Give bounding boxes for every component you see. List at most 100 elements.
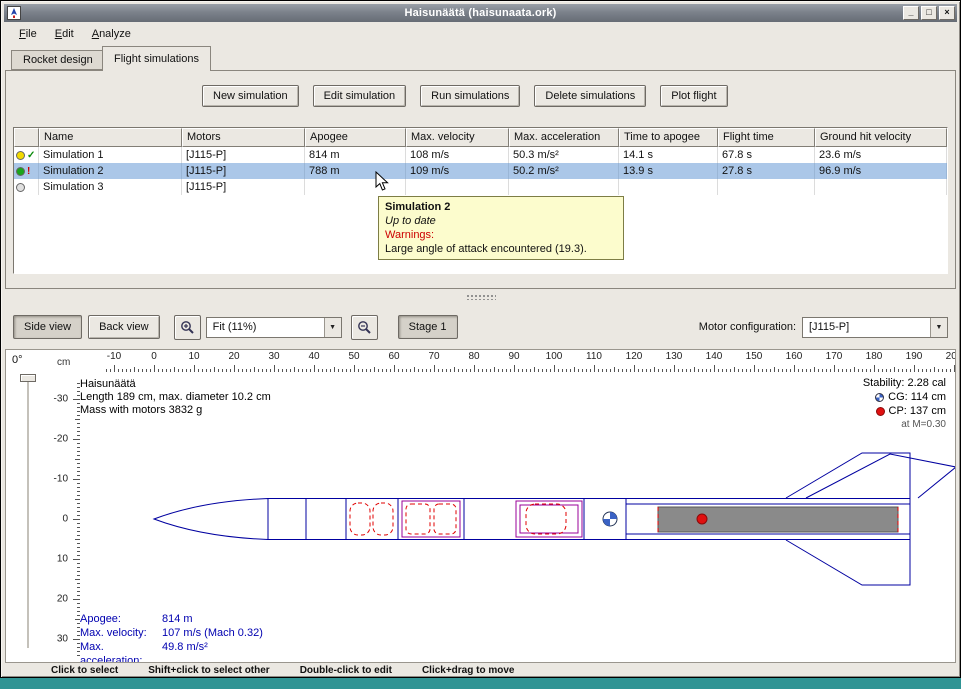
cell-max-velocity: 109 m/s xyxy=(406,163,509,179)
split-handle[interactable] xyxy=(5,290,956,304)
column-header-name[interactable]: Name xyxy=(39,128,182,147)
simulation-tooltip: Simulation 2 Up to date Warnings: Large … xyxy=(378,196,624,260)
cell-time-to-apogee xyxy=(619,179,718,195)
stage-1-toggle[interactable]: Stage 1 xyxy=(398,315,458,339)
cell-motors: [J115-P] xyxy=(182,179,305,195)
menu-edit[interactable]: Edit xyxy=(47,25,82,43)
fin-top-projected[interactable] xyxy=(806,454,956,498)
simulation-status-mark-icon: ! xyxy=(27,167,30,176)
table-row[interactable]: ! Simulation 2[J115-P]788 m109 m/s50.2 m/… xyxy=(14,163,947,179)
stability-value: Stability: 2.28 cal xyxy=(863,376,946,390)
cg-legend-icon xyxy=(875,393,884,402)
hint-bar: Click to select Shift+click to select oth… xyxy=(5,664,956,677)
flight-data-summary: Apogee: 814 m Max. velocity: 107 m/s (Ma… xyxy=(80,612,263,663)
zoom-dropdown-arrow-icon[interactable]: ▼ xyxy=(324,318,341,337)
window-controls: _ □ × xyxy=(903,6,955,20)
motor-configuration-select[interactable]: [J115-P] ▼ xyxy=(802,317,948,338)
side-view-button[interactable]: Side view xyxy=(13,315,82,339)
cell-flight-time: 67.8 s xyxy=(718,147,815,163)
fin-bottom[interactable] xyxy=(786,540,910,585)
rocket-info: Haisunäätä Length 189 cm, max. diameter … xyxy=(80,378,271,417)
cell-name: Simulation 1 xyxy=(39,147,182,163)
table-row[interactable]: Simulation 3[J115-P] xyxy=(14,179,947,195)
menu-analyze[interactable]: Analyze xyxy=(84,25,139,43)
cell-apogee: 814 m xyxy=(305,147,406,163)
cell-flight-time: 27.8 s xyxy=(718,163,815,179)
run-simulations-button[interactable]: Run simulations xyxy=(420,85,520,107)
menu-file[interactable]: File xyxy=(11,25,45,43)
cell-max-velocity: 108 m/s xyxy=(406,147,509,163)
rocket-mass-info: Mass with motors 3832 g xyxy=(80,404,271,417)
tab-rocket-design[interactable]: Rocket design xyxy=(11,50,105,70)
cell-max-acceleration: 50.2 m/s² xyxy=(509,163,619,179)
nose-cone[interactable] xyxy=(154,499,268,540)
view-toolbar: Side view Back view Fit (11%) ▼ Stage 1 … xyxy=(5,306,956,348)
status-hint: Click to select xyxy=(51,665,118,676)
cell-time-to-apogee: 13.9 s xyxy=(619,163,718,179)
cell-name: Simulation 2 xyxy=(39,163,182,179)
cell-apogee xyxy=(305,179,406,195)
cell-name: Simulation 3 xyxy=(39,179,182,195)
zoom-out-icon xyxy=(357,320,372,335)
zoom-in-icon xyxy=(180,320,195,335)
motor-config-dropdown-arrow-icon[interactable]: ▼ xyxy=(930,318,947,337)
column-header-ground-hit-velocity[interactable]: Ground hit velocity xyxy=(815,128,947,147)
status-hint: Shift+click to select other xyxy=(148,665,269,676)
cell-max-velocity xyxy=(406,179,509,195)
new-simulation-button[interactable]: New simulation xyxy=(202,85,299,107)
edit-simulation-button[interactable]: Edit simulation xyxy=(313,85,407,107)
simulation-status-icon xyxy=(16,183,25,192)
delete-simulations-button[interactable]: Delete simulations xyxy=(534,85,646,107)
simulation-status-icon xyxy=(16,151,25,160)
column-header-max-velocity[interactable]: Max. velocity xyxy=(406,128,509,147)
motor-configuration-label: Motor configuration: xyxy=(699,321,796,333)
minimize-button[interactable]: _ xyxy=(903,6,919,20)
cp-legend-icon xyxy=(876,407,885,416)
tab-flight-simulations[interactable]: Flight simulations xyxy=(102,46,211,71)
column-header-apogee[interactable]: Apogee xyxy=(305,128,406,147)
cp-value: CP: 137 cm xyxy=(889,404,946,418)
table-row[interactable]: ✓Simulation 1[J115-P]814 m108 m/s50.3 m/… xyxy=(14,147,947,163)
cp-symbol xyxy=(697,514,707,524)
rocket-length-info: Length 189 cm, max. diameter 10.2 cm xyxy=(80,391,271,404)
column-header-flight-time[interactable]: Flight time xyxy=(718,128,815,147)
cell-motors: [J115-P] xyxy=(182,163,305,179)
max-velocity-value: 107 m/s (Mach 0.32) xyxy=(162,626,263,640)
mouse-cursor xyxy=(375,171,389,192)
column-header-motors[interactable]: Motors xyxy=(182,128,305,147)
cell-max-acceleration: 50.3 m/s² xyxy=(509,147,619,163)
zoom-out-button[interactable] xyxy=(351,315,378,340)
simulation-status-icon xyxy=(16,167,25,176)
cell-time-to-apogee: 14.1 s xyxy=(619,147,718,163)
zoom-select[interactable]: Fit (11%) ▼ xyxy=(206,317,342,338)
table-body: ✓ Simulation 1[J115-P]814 m108 m/s50.3 m/… xyxy=(14,147,947,195)
cell-status: ✓ xyxy=(14,147,39,163)
zoom-value: Fit (11%) xyxy=(207,318,324,337)
tooltip-warnings-label: Warnings: xyxy=(385,228,617,242)
tooltip-status: Up to date xyxy=(385,214,617,228)
maximize-button[interactable]: □ xyxy=(921,6,937,20)
status-hint: Double-click to edit xyxy=(300,665,392,676)
window-title: Haisunäätä (haisunaata.ork) xyxy=(4,7,957,19)
app-window: Haisunäätä (haisunaata.ork) _ □ × FileEd… xyxy=(0,0,961,678)
title-bar[interactable]: Haisunäätä (haisunaata.ork) _ □ × xyxy=(4,4,957,22)
close-button[interactable]: × xyxy=(939,6,955,20)
simulation-actions: New simulation Edit simulation Run simulat… xyxy=(202,85,728,107)
apogee-value: 814 m xyxy=(162,612,263,626)
splitter-grip-icon xyxy=(466,294,496,300)
cell-status xyxy=(14,179,39,195)
apogee-label: Apogee: xyxy=(80,612,160,626)
max-acceleration-value: 49.8 m/s² xyxy=(162,640,263,663)
column-header-max-acceleration[interactable]: Max. acceleration xyxy=(509,128,619,147)
cell-apogee: 788 m xyxy=(305,163,406,179)
column-header-status[interactable] xyxy=(14,128,39,147)
zoom-in-button[interactable] xyxy=(174,315,201,340)
motor[interactable] xyxy=(658,507,898,532)
column-header-time-to-apogee[interactable]: Time to apogee xyxy=(619,128,718,147)
simulation-status-mark-icon: ✓ xyxy=(27,151,35,160)
plot-flight-button[interactable]: Plot flight xyxy=(660,85,727,107)
status-hint: Click+drag to move xyxy=(422,665,515,676)
back-view-button[interactable]: Back view xyxy=(88,315,160,339)
tooltip-warning-text: Large angle of attack encountered (19.3)… xyxy=(385,242,617,256)
rocket-design-view: 0° cm -100102030405060708090100110120130… xyxy=(5,349,956,663)
